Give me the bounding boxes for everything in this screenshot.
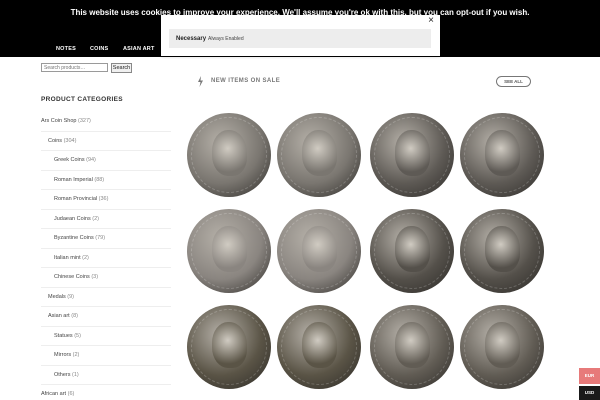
category-label: Mirrors (54, 352, 72, 358)
category-label: Ars Coin Shop (41, 118, 77, 124)
coin-bust-icon (277, 209, 361, 293)
category-count: (6) (67, 391, 75, 397)
search-input[interactable] (41, 63, 108, 72)
category-label: Byzantine Coins (54, 235, 94, 241)
coin-figure-icon (277, 305, 361, 389)
category-label: Others (54, 371, 71, 378)
category-item[interactable]: African art (6) (41, 385, 171, 400)
close-icon[interactable]: × (428, 15, 434, 27)
nav-item-notes[interactable]: NOTES (56, 46, 76, 52)
coin-bust-icon (277, 113, 361, 197)
category-label: Asian art (48, 313, 70, 319)
category-item[interactable]: Mirrors (2) (41, 346, 171, 366)
coin-bust-icon (370, 209, 454, 293)
category-count: (36) (98, 196, 109, 202)
category-count: (2) (92, 215, 99, 222)
category-list: Ars Coin Shop (327) Coins (304) Greek Coin… (41, 112, 171, 400)
category-count: (2) (82, 254, 89, 261)
category-count: (327) (78, 118, 91, 124)
cookie-settings-panel: × Necessary Always Enabled (161, 15, 440, 56)
coin-deity-icon (460, 209, 544, 293)
currency-usd-button[interactable]: USD (579, 386, 600, 400)
coin-bust-icon (187, 305, 271, 389)
product-card[interactable] (369, 206, 551, 300)
category-label: Greek Coins (54, 157, 85, 163)
category-count: (2) (72, 352, 80, 358)
category-count: (88) (94, 176, 105, 183)
category-count: (8) (71, 313, 78, 319)
category-count: (1) (72, 371, 79, 378)
product-card[interactable] (369, 110, 551, 204)
category-item[interactable]: Ars Coin Shop (327) (41, 112, 171, 132)
category-item[interactable]: Roman Imperial (88) (41, 171, 171, 190)
category-item[interactable]: Statues (5) (41, 327, 171, 346)
product-card[interactable] (186, 110, 368, 204)
product-card[interactable] (186, 302, 368, 396)
coin-bust-icon (370, 305, 454, 389)
coin-bust-icon (370, 113, 454, 197)
coin-bust-icon (187, 209, 271, 293)
category-item[interactable]: Chinese Coins (3) (41, 268, 171, 288)
product-card[interactable] (186, 206, 368, 300)
category-label: Coins (48, 137, 63, 144)
category-label: Italian mint (54, 254, 81, 261)
category-item[interactable]: Asian art (8) (41, 307, 171, 327)
category-count: (9) (67, 293, 74, 300)
category-item[interactable]: Byzantine Coins (79) (41, 229, 171, 249)
cookie-option-necessary[interactable]: Necessary Always Enabled (169, 29, 431, 48)
currency-eur-button[interactable]: EUR (579, 368, 600, 384)
product-card[interactable] (369, 302, 551, 396)
lightning-icon (198, 76, 203, 87)
product-categories-heading: PRODUCT CATEGORIES (41, 96, 123, 103)
section-title: NEW ITEMS ON SALE (211, 78, 281, 84)
category-label: Medals (48, 293, 66, 300)
cookie-option-state: Always Enabled (208, 35, 244, 42)
category-item[interactable]: Judaean Coins (2) (41, 210, 171, 229)
category-count: (94) (86, 157, 96, 163)
category-count: (304) (63, 137, 77, 144)
category-item[interactable]: Roman Provincial (36) (41, 190, 171, 210)
coin-temple-icon (460, 305, 544, 389)
category-label: Roman Imperial (54, 176, 93, 183)
category-item[interactable]: Italian mint (2) (41, 249, 171, 268)
category-label: Chinese Coins (54, 274, 90, 280)
coin-bust-icon (460, 113, 544, 197)
cookie-option-name: Necessary (176, 35, 207, 42)
category-item[interactable]: Greek Coins (94) (41, 151, 171, 171)
category-label: Roman Provincial (54, 196, 98, 202)
category-count: (3) (91, 274, 99, 280)
coin-bust-icon (187, 113, 271, 197)
category-label: Judaean Coins (54, 215, 91, 222)
category-label: Statues (54, 332, 73, 339)
category-label: African art (41, 391, 67, 397)
category-item[interactable]: Medals (9) (41, 288, 171, 307)
category-count: (5) (74, 332, 81, 339)
search-button[interactable]: Search (111, 63, 132, 73)
category-item[interactable]: Coins (304) (41, 132, 171, 151)
nav-item-coins[interactable]: COINS (90, 46, 108, 52)
category-count: (79) (95, 235, 106, 241)
category-item[interactable]: Others (1) (41, 366, 171, 385)
nav-item-asian-art[interactable]: ASIAN ART (123, 46, 155, 52)
see-all-button[interactable]: SEE ALL (496, 76, 531, 87)
